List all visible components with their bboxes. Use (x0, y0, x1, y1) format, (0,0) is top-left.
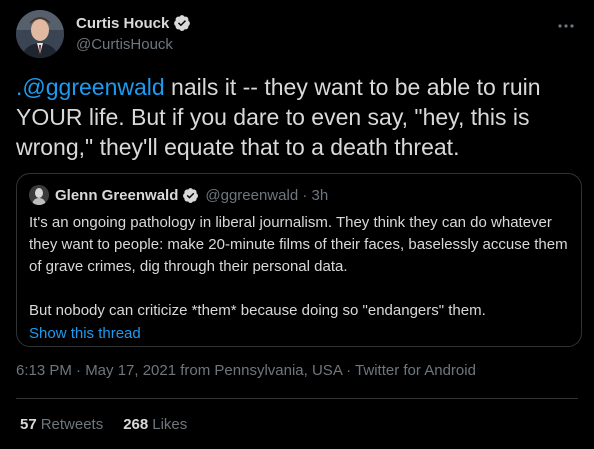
quoted-author-avatar[interactable] (29, 185, 49, 205)
quoted-tweet-text: It's an ongoing pathology in liberal jou… (29, 214, 568, 319)
tweet-text: .@ggreenwald nails it -- they want to be… (16, 72, 578, 162)
mention-link[interactable]: .@ggreenwald (16, 74, 165, 100)
author-avatar[interactable] (16, 10, 64, 58)
more-dots-icon (558, 24, 574, 28)
tweet-stats: 57 Retweets 268 Likes (20, 416, 207, 433)
quoted-author-name[interactable]: Glenn Greenwald (55, 187, 178, 204)
likes-label: Likes (152, 416, 188, 433)
author-display-name[interactable]: Curtis Houck (76, 15, 169, 32)
quoted-profile-photo-icon (29, 185, 49, 205)
author-handle[interactable]: @CurtisHouck (76, 36, 191, 53)
retweets-stat[interactable]: 57 Retweets (20, 416, 103, 433)
tweet-timestamp[interactable]: 6:13 PM · May 17, 2021 from Pennsylvania… (16, 362, 476, 379)
quoted-verified-badge-icon (183, 187, 199, 203)
tweet-header: Curtis Houck @CurtisHouck (16, 10, 578, 62)
quoted-handle-time: @ggreenwald · 3h (205, 186, 329, 204)
likes-stat[interactable]: 268 Likes (123, 416, 187, 433)
retweets-label: Retweets (40, 416, 104, 433)
quoted-tweet-header: Glenn Greenwald @ggreenwald · 3h (29, 184, 569, 206)
more-options-button[interactable] (554, 14, 578, 38)
verified-badge-icon (174, 15, 191, 31)
author-name-block: Curtis Houck @CurtisHouck (76, 12, 191, 53)
retweets-count: 57 (20, 416, 37, 433)
profile-photo-icon (16, 10, 64, 58)
stats-divider (16, 398, 578, 399)
quoted-tweet[interactable]: Glenn Greenwald @ggreenwald · 3h It's an… (16, 173, 582, 347)
show-thread-link[interactable]: Show this thread (29, 325, 141, 342)
tweet: Curtis Houck @CurtisHouck .@ggreenwald n… (0, 0, 594, 449)
author-name-row: Curtis Houck (76, 12, 191, 34)
likes-count: 268 (123, 416, 149, 433)
